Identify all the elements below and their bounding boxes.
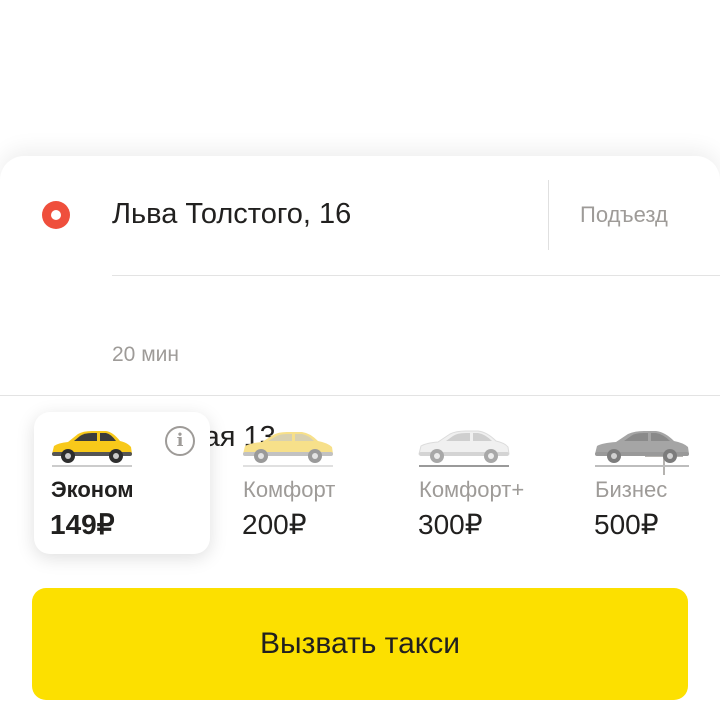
tariff-business[interactable]: Бизнес 500₽ [578, 412, 720, 554]
pickup-pin-icon [42, 201, 70, 229]
comfort-plus-car-icon [418, 430, 510, 467]
trip-eta: 20 мин [112, 343, 179, 366]
pickup-address[interactable]: Льва Толстого, 16 [112, 196, 351, 232]
info-icon[interactable]: i [165, 426, 195, 456]
taxi-order-screen: Льва Толстого, 16 Подъезд Тверская 13 20… [0, 0, 720, 720]
tariff-price: 200₽ [242, 509, 307, 540]
tariff-price: 300₽ [418, 509, 483, 540]
tariff-price: 500₽ [594, 509, 659, 540]
tariff-economy[interactable]: i Эконом 149₽ [34, 412, 210, 554]
entrance-separator [548, 180, 549, 250]
call-taxi-button[interactable]: Вызвать такси [32, 588, 688, 700]
pickup-row[interactable]: Льва Толстого, 16 Подъезд [0, 156, 720, 275]
tariff-name: Эконом [51, 477, 134, 502]
business-car-icon [595, 431, 689, 467]
tariff-name: Бизнес [595, 477, 668, 502]
tariff-comfort[interactable]: Комфорт 200₽ [226, 412, 396, 554]
comfort-car-icon [243, 432, 333, 467]
economy-car-icon [52, 431, 132, 467]
tariff-name: Комфорт [243, 477, 336, 502]
tariff-price: 149₽ [50, 509, 115, 540]
section-divider [0, 395, 720, 396]
destination-row[interactable]: Тверская 13 [0, 275, 720, 475]
tariff-selector: i Эконом 149₽ Комфорт 200₽ Комфорт+ 300₽… [0, 406, 720, 566]
tariff-comfort-plus[interactable]: Комфорт+ 300₽ [402, 412, 572, 554]
tariff-name: Комфорт+ [419, 477, 525, 502]
order-sheet: Льва Толстого, 16 Подъезд Тверская 13 20… [0, 156, 720, 720]
entrance-button[interactable]: Подъезд [580, 201, 668, 229]
